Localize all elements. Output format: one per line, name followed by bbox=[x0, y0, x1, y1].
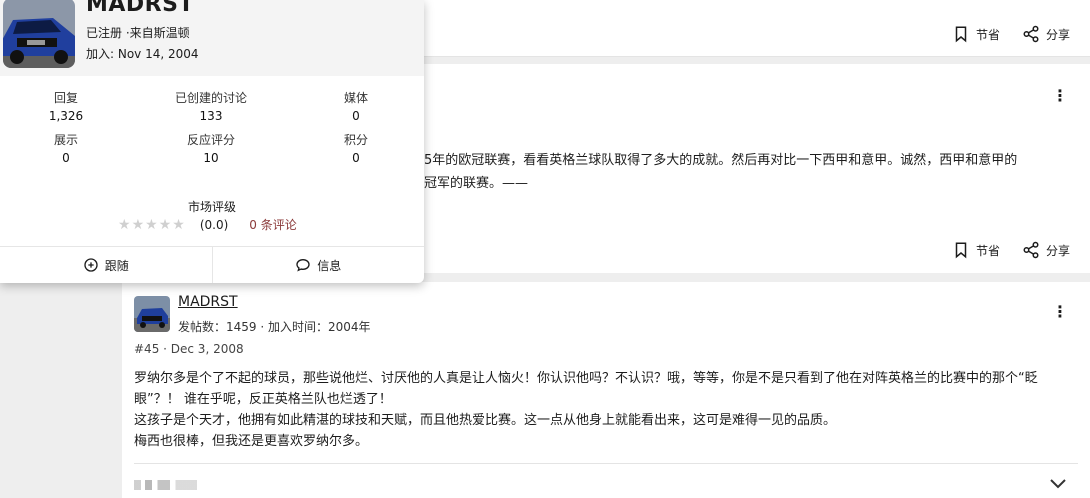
stat-label: 积分 bbox=[343, 133, 368, 147]
star-icon: ★ bbox=[118, 216, 131, 233]
popup-avatar[interactable] bbox=[3, 0, 75, 68]
star-icon: ★ bbox=[131, 216, 145, 233]
market-rating-label: 市场评级 bbox=[187, 200, 236, 214]
stat-label: 反应评分 bbox=[186, 133, 235, 147]
follow-label: 跟随 bbox=[104, 258, 129, 273]
bookmark-button[interactable]: 节省 bbox=[952, 241, 1000, 259]
bookmark-label: 节省 bbox=[975, 27, 1000, 42]
share-button[interactable]: 分享 bbox=[1022, 25, 1070, 43]
username-link[interactable]: MADRST bbox=[178, 294, 238, 310]
rating-row: ★ ★ ★ ★ ★ (0.0) 0 条评论 bbox=[118, 216, 297, 233]
divider bbox=[134, 463, 1078, 464]
popup-username[interactable]: MADRST bbox=[86, 0, 194, 17]
stat-label: 回复 bbox=[53, 91, 78, 105]
bookmark-button[interactable]: 节省 bbox=[952, 25, 1000, 43]
popup-header: MADRST 已注册 ·来自斯温顿 加入: Nov 14, 2004 bbox=[0, 0, 424, 76]
stat-value: 133 bbox=[199, 109, 223, 123]
post-text-line: 5年的欧冠联赛，看看英格兰球队取得了多大的成就。然后再对比一下西甲和意甲。诚然，… bbox=[424, 153, 1018, 168]
stat-replies: 回复 1,326 bbox=[6, 89, 126, 123]
user-meta: 发帖数：1459 · 加入时间：2004年 bbox=[178, 320, 371, 334]
stat-label: 媒体 bbox=[343, 91, 368, 105]
rating-score: (0.0) bbox=[199, 217, 229, 232]
info-label: 信息 bbox=[317, 258, 342, 273]
stat-value: 0 bbox=[62, 151, 70, 165]
stat-media: 媒体 0 bbox=[296, 89, 416, 123]
stat-showcase: 展示 0 bbox=[6, 131, 126, 165]
avatar[interactable] bbox=[134, 296, 170, 332]
follow-button[interactable]: 跟随 bbox=[0, 247, 212, 283]
bookmark-icon bbox=[955, 26, 967, 43]
more-options-icon[interactable]: ⋮ bbox=[1052, 304, 1068, 320]
post-card: MADRST 发帖数：1459 · 加入时间：2004年 ⋮ #45 · Dec… bbox=[122, 282, 1090, 498]
stat-value: 0 bbox=[352, 109, 360, 123]
bookmark-icon bbox=[955, 242, 967, 259]
chat-bubble-icon bbox=[296, 258, 310, 272]
post-body: 罗纳尔多是个了不起的球员，那些说他烂、讨厌他的人真是让人恼火！你认识他吗？不认识… bbox=[134, 368, 1079, 452]
user-popup-card: MADRST 已注册 ·来自斯温顿 加入: Nov 14, 2004 回复 1,… bbox=[0, 0, 424, 283]
share-icon bbox=[1023, 241, 1039, 259]
share-button[interactable]: 分享 bbox=[1022, 241, 1070, 259]
post-actions: 节省 分享 bbox=[952, 241, 1070, 259]
review-count-link[interactable]: 0 条评论 bbox=[249, 216, 296, 233]
star-icon: ★ bbox=[145, 216, 158, 233]
stat-value: 1,326 bbox=[48, 109, 84, 123]
post-actions: 节省 分享 bbox=[952, 25, 1070, 43]
post-number[interactable]: #45 · Dec 3, 2008 bbox=[134, 342, 244, 356]
popup-joined: 加入: Nov 14, 2004 bbox=[86, 47, 199, 61]
info-button[interactable]: 信息 bbox=[211, 247, 425, 283]
share-icon bbox=[1023, 25, 1039, 43]
stat-value: 0 bbox=[352, 151, 360, 165]
chevron-down-icon[interactable] bbox=[1048, 476, 1068, 492]
car-avatar-image bbox=[134, 296, 170, 332]
popup-buttons: 跟随 信息 bbox=[0, 246, 424, 283]
stat-label: 已创建的讨论 bbox=[174, 91, 247, 105]
post-text-line: 冠军的联赛。—— bbox=[424, 176, 529, 191]
bookmark-label: 节省 bbox=[975, 243, 1000, 258]
post-paragraph: 罗纳尔多是个了不起的球员，那些说他烂、讨厌他的人真是让人恼火！你认识他吗？不认识… bbox=[134, 371, 1038, 407]
star-icon: ★ bbox=[172, 216, 185, 233]
share-label: 分享 bbox=[1045, 27, 1070, 42]
blurred-preview bbox=[134, 480, 224, 490]
car-avatar-image bbox=[3, 0, 75, 68]
stat-threads: 已创建的讨论 133 bbox=[151, 89, 271, 123]
post-paragraph: 这孩子是个天才，他拥有如此精湛的球技和天赋，而且他热爱比赛。这一点从他身上就能看… bbox=[134, 413, 837, 428]
popup-subtitle: 已注册 ·来自斯温顿 bbox=[86, 26, 190, 40]
plus-circle-icon bbox=[84, 258, 98, 272]
star-icon: ★ bbox=[158, 216, 172, 233]
stat-value: 10 bbox=[203, 151, 219, 165]
stat-label: 展示 bbox=[53, 133, 78, 147]
more-options-icon[interactable]: ⋮ bbox=[1052, 88, 1068, 104]
share-label: 分享 bbox=[1045, 243, 1070, 258]
stat-points: 积分 0 bbox=[296, 131, 416, 165]
stat-reaction-score: 反应评分 10 bbox=[151, 131, 271, 165]
post-paragraph: 梅西也很棒，但我还是更喜欢罗纳尔多。 bbox=[134, 434, 369, 449]
